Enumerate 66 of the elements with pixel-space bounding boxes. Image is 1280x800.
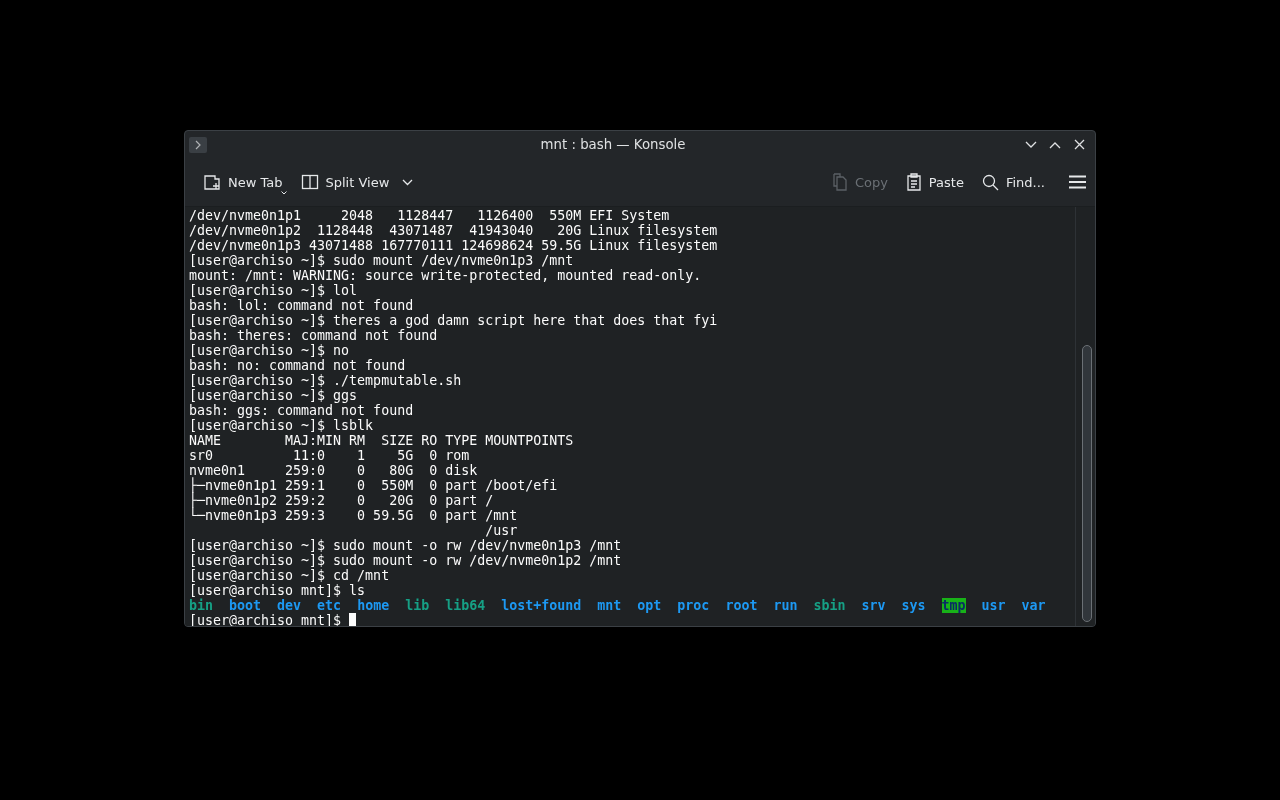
split-view-button[interactable]: Split View bbox=[294, 170, 420, 194]
terminal-line: mount: /mnt: WARNING: source write-protected, mounted read-only. bbox=[189, 268, 703, 283]
terminal-line: [user@archiso ~]$ sudo mount /dev/nvme0n1p3 /mnt bbox=[189, 253, 575, 268]
window-title: mnt : bash — Konsole bbox=[539, 137, 687, 152]
directory-entry: srv bbox=[861, 598, 886, 613]
terminal-line: [user@archiso ~]$ ggs bbox=[189, 388, 359, 403]
directory-entry: opt bbox=[637, 598, 662, 613]
menu-icon bbox=[1068, 175, 1086, 189]
directory-entry: var bbox=[1021, 598, 1046, 613]
directory-entry: root bbox=[725, 598, 758, 613]
clipboard-icon bbox=[905, 173, 922, 191]
directory-entry: bin bbox=[189, 598, 214, 613]
terminal-line: [user@archiso ~]$ ./tempmutable.sh bbox=[189, 373, 463, 388]
terminal-line: [user@archiso ~]$ no bbox=[189, 343, 351, 358]
window-menu-button[interactable] bbox=[189, 136, 207, 153]
terminal-line: sr0 11:0 1 5G 0 rom bbox=[189, 448, 471, 463]
terminal-line: /usr bbox=[484, 523, 519, 538]
directory-entry: home bbox=[357, 598, 390, 613]
directory-entry: proc bbox=[677, 598, 710, 613]
directory-entry: etc bbox=[317, 598, 342, 613]
terminal-line: bash: no: command not found bbox=[189, 358, 407, 373]
scrollbar-thumb[interactable] bbox=[1082, 345, 1092, 622]
directory-entry: sys bbox=[901, 598, 926, 613]
directory-entry: sbin bbox=[813, 598, 846, 613]
directory-entry: lost+found bbox=[501, 598, 582, 613]
terminal-line: [user@archiso ~]$ lol bbox=[189, 283, 359, 298]
terminal-line: /dev/nvme0n1p2 1128448 43071487 41943040 20G Linux filesystem bbox=[189, 223, 719, 238]
chevron-up-icon bbox=[1049, 140, 1061, 149]
directory-entry: dev bbox=[277, 598, 302, 613]
terminal-line: bash: ggs: command not found bbox=[189, 403, 415, 418]
copy-icon bbox=[831, 173, 848, 191]
new-tab-button[interactable]: New Tab bbox=[197, 169, 289, 195]
directory-entry: tmp bbox=[941, 598, 966, 613]
chevron-right-icon bbox=[194, 139, 202, 150]
terminal-line: /dev/nvme0n1p1 2048 1128447 1126400 550M EFI System bbox=[189, 208, 671, 223]
close-icon bbox=[1073, 139, 1085, 150]
terminal-line: [user@archiso ~]$ sudo mount -o rw /dev/nvme0n1p2 /mnt bbox=[189, 553, 623, 568]
terminal-line: ├─nvme0n1p1 259:1 0 550M 0 part /boot/efi bbox=[189, 478, 559, 493]
chevron-down-icon bbox=[402, 178, 414, 186]
terminal-line: /dev/nvme0n1p3 43071488 167770111 124698624 59.5G Linux filesystem bbox=[189, 238, 719, 253]
directory-entry: lib64 bbox=[445, 598, 486, 613]
terminal-line: └─nvme0n1p3 259:3 0 59.5G 0 part /mnt bbox=[189, 508, 519, 523]
terminal-line: [user@archiso ~]$ lsblk bbox=[189, 418, 375, 433]
paste-button[interactable]: Paste bbox=[899, 169, 970, 195]
search-icon bbox=[981, 173, 999, 191]
caret-icon bbox=[280, 191, 287, 195]
terminal-line: [user@archiso ~]$ theres a god damn script here that does that fyi bbox=[189, 313, 719, 328]
terminal-line: bash: lol: command not found bbox=[189, 298, 415, 313]
chevron-down-icon bbox=[1025, 140, 1037, 149]
terminal-line: [user@archiso mnt]$ ls bbox=[189, 583, 367, 598]
directory-entry: usr bbox=[981, 598, 1006, 613]
directory-entry: boot bbox=[229, 598, 262, 613]
terminal-line: [user@archiso ~]$ sudo mount -o rw /dev/nvme0n1p3 /mnt bbox=[189, 538, 623, 553]
terminal-line: bash: theres: command not found bbox=[189, 328, 439, 343]
terminal-line: NAME MAJ:MIN RM SIZE RO TYPE MOUNTPOINTS bbox=[189, 433, 575, 448]
text-cursor bbox=[349, 613, 357, 626]
terminal-line: ├─nvme0n1p2 259:2 0 20G 0 part / bbox=[189, 493, 495, 508]
new-tab-icon bbox=[203, 173, 221, 191]
split-view-icon bbox=[300, 174, 319, 190]
find-button[interactable]: Find... bbox=[975, 169, 1051, 195]
directory-entry: lib bbox=[405, 598, 430, 613]
directory-entry: mnt bbox=[597, 598, 622, 613]
directory-entry: run bbox=[773, 598, 798, 613]
terminal-line: nvme0n1 259:0 0 80G 0 disk bbox=[189, 463, 479, 478]
scrollbar[interactable] bbox=[1075, 207, 1095, 626]
terminal-line: [user@archiso ~]$ cd /mnt bbox=[189, 568, 391, 583]
